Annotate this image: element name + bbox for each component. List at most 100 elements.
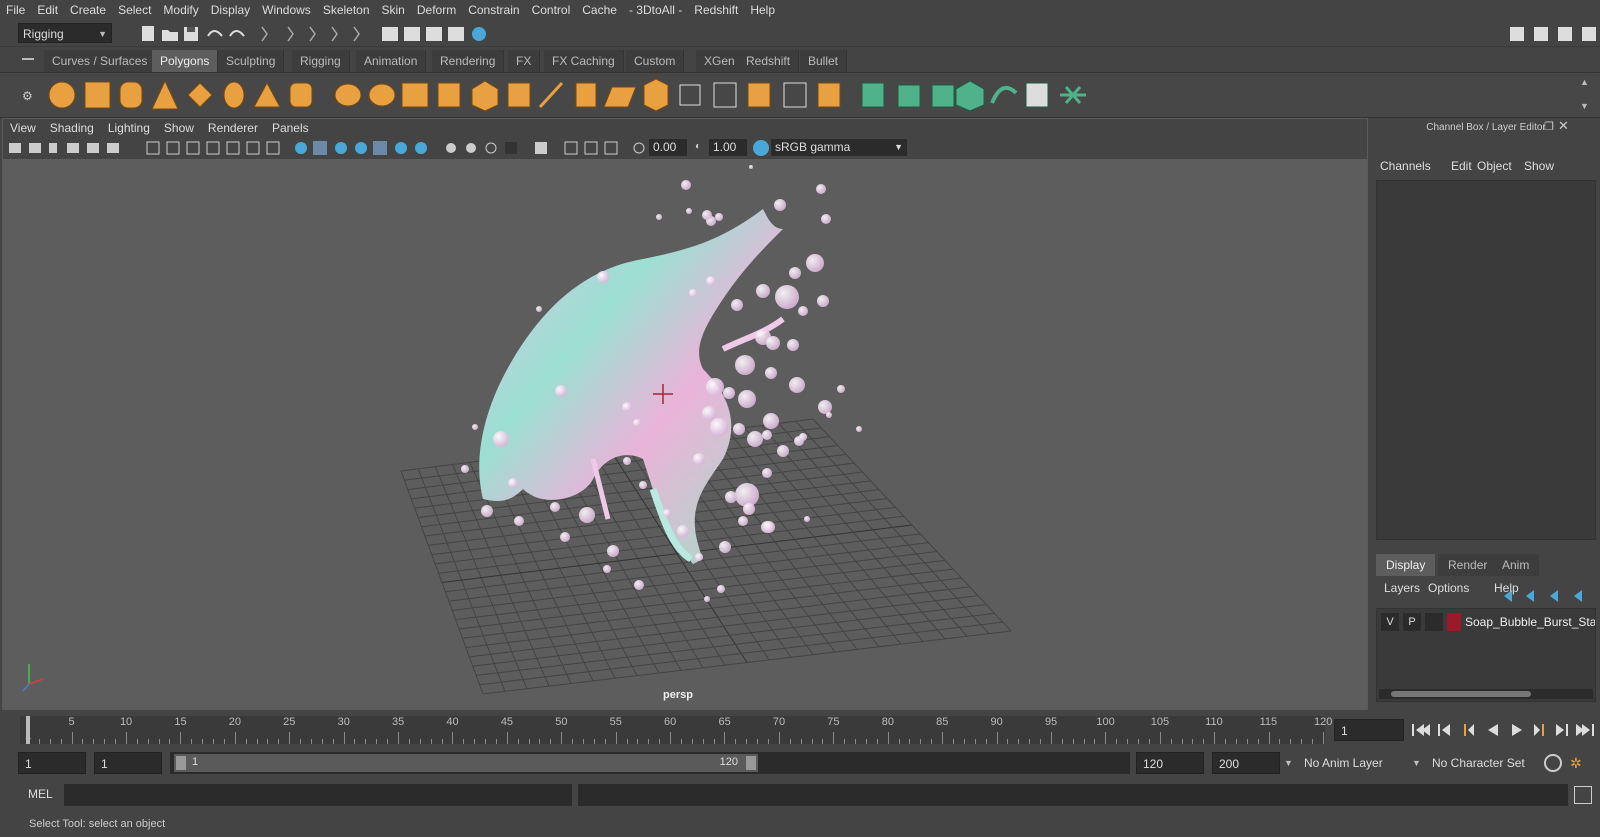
range-start-handle[interactable] [176, 756, 186, 770]
edge-loop-icon[interactable] [643, 78, 669, 112]
camera-icon[interactable] [9, 143, 21, 153]
layer-tab-render[interactable]: Render [1438, 554, 1498, 576]
uv-layout-icon[interactable] [1025, 82, 1049, 108]
xray-icon[interactable] [415, 142, 427, 154]
render-view-icon[interactable] [382, 27, 398, 41]
workspace-layout-icons[interactable] [1504, 23, 1600, 45]
layer-menu-options[interactable]: Options [1428, 578, 1469, 598]
bookmark-icon[interactable] [49, 143, 57, 153]
playback-start-field[interactable]: 1 [94, 752, 162, 774]
range-end-handle[interactable] [746, 756, 756, 770]
layer-visibility-toggle[interactable]: V [1381, 613, 1399, 631]
isolate-select-icon[interactable] [535, 142, 547, 154]
step-forward-key-icon[interactable] [1534, 724, 1544, 736]
two-d-pan-icon[interactable] [87, 143, 99, 153]
menu-create[interactable]: Create [64, 0, 112, 20]
chevron-down-icon[interactable]: ▼ [1412, 752, 1424, 774]
center-pivot-icon[interactable] [713, 82, 737, 108]
shelf-menu-icon[interactable] [22, 58, 34, 60]
menu-deform[interactable]: Deform [411, 0, 462, 20]
layer-menu-layers[interactable]: Layers [1384, 578, 1420, 598]
shelf-tab-curves-surfaces[interactable]: Curves / Surfaces [44, 50, 157, 72]
render-settings-icon[interactable] [448, 27, 464, 41]
shelf-scroll-down-icon[interactable]: ▼ [1580, 101, 1589, 111]
layer-tab-display[interactable]: Display [1376, 554, 1436, 576]
bevel-icon[interactable] [507, 82, 531, 108]
script-editor-icon[interactable] [1574, 786, 1592, 804]
step-forward-icon[interactable] [1556, 724, 1568, 736]
safe-action-icon[interactable] [246, 141, 260, 155]
ipr-render-icon[interactable] [426, 27, 442, 41]
shelf-tab-fx[interactable]: FX [508, 50, 541, 72]
menu-file[interactable]: File [0, 0, 31, 20]
anim-layer-dropdown[interactable]: No Anim Layer [1300, 752, 1414, 774]
play-forwards-icon[interactable] [1512, 724, 1522, 736]
script-language-label[interactable]: MEL [28, 784, 58, 804]
delete-history-icon[interactable] [783, 82, 807, 108]
shelf-tab-rigging[interactable]: Rigging [292, 50, 350, 72]
move-layer-down-icon[interactable] [1526, 590, 1534, 602]
viewport-menu-panels[interactable]: Panels [265, 119, 316, 137]
film-gate-icon[interactable] [166, 141, 180, 155]
hypershade-icon[interactable] [472, 27, 486, 41]
animation-end-field[interactable]: 200 [1212, 752, 1280, 774]
motion-blur-icon[interactable] [466, 143, 476, 153]
layer-color-swatch[interactable] [1447, 613, 1461, 631]
chevron-down-icon[interactable]: ▼ [1284, 752, 1296, 774]
menu-help[interactable]: Help [744, 0, 781, 20]
gamma-field[interactable]: 1.00 [709, 139, 747, 156]
extrude-icon[interactable] [471, 80, 499, 112]
uv-sew-icon[interactable] [990, 85, 1018, 104]
poly-torus-icon[interactable] [223, 81, 245, 109]
resolution-gate-icon[interactable] [186, 141, 200, 155]
grid-icon[interactable] [146, 141, 160, 155]
uv-cylindrical-icon[interactable] [897, 84, 921, 108]
viewport-menu-show[interactable]: Show [157, 119, 201, 137]
camera-attributes-icon[interactable] [29, 143, 41, 153]
colorspace-dropdown[interactable]: sRGB gamma ▼ [771, 139, 907, 156]
exposure-field[interactable]: 0.00 [649, 139, 687, 156]
step-back-icon[interactable] [1438, 724, 1450, 736]
xray-components-icon[interactable] [584, 141, 598, 155]
command-input[interactable] [64, 784, 572, 806]
poly-cube-icon[interactable] [84, 81, 111, 109]
safe-title-icon[interactable] [266, 141, 280, 155]
shelf-tab-bullet[interactable]: Bullet [800, 50, 848, 72]
go-to-end-icon[interactable] [1576, 724, 1594, 736]
poly-pipe-icon[interactable] [289, 82, 313, 108]
range-bar-track[interactable]: 1 120 [170, 752, 1130, 774]
uv-planar-icon[interactable] [861, 82, 885, 108]
channel-box-menu-show[interactable]: Show [1524, 156, 1554, 176]
menu-redshift[interactable]: Redshift [688, 0, 744, 20]
open-scene-icon[interactable] [162, 30, 178, 41]
smooth-icon[interactable] [437, 82, 461, 108]
layer-display-type-toggle[interactable] [1425, 613, 1443, 631]
shelf-settings-icon[interactable]: ⚙ [22, 89, 34, 103]
channel-box-menu-object[interactable]: Object [1477, 156, 1512, 176]
uv-editor-icon[interactable] [817, 82, 841, 108]
menu-display[interactable]: Display [205, 0, 256, 20]
time-ruler[interactable]: 1510152025303540455055606570758085909510… [20, 716, 1332, 744]
separate-icon[interactable] [368, 83, 396, 107]
wireframe-on-shaded-icon[interactable] [335, 142, 347, 154]
new-layer-selected-icon[interactable] [1574, 590, 1582, 602]
animation-start-field[interactable]: 1 [18, 752, 86, 774]
range-bar[interactable]: 1 120 [174, 754, 758, 772]
save-scene-icon[interactable] [184, 27, 198, 41]
poly-pyramid-icon[interactable] [253, 81, 281, 108]
gate-mask-icon[interactable] [206, 141, 220, 155]
go-to-start-icon[interactable] [1412, 724, 1430, 736]
shelf-tab-animation[interactable]: Animation [356, 50, 427, 72]
shelf-tab-polygons[interactable]: Polygons [152, 50, 219, 72]
shelf-tab-xgen[interactable]: XGen [696, 50, 744, 72]
layer-scrollbar[interactable] [1379, 689, 1593, 699]
gamma-icon[interactable]: ◐ [695, 141, 705, 153]
auto-key-icon[interactable] [1544, 754, 1562, 772]
shelf-tab-rendering[interactable]: Rendering [432, 50, 505, 72]
select-mode-icons[interactable] [261, 26, 360, 42]
uv-spherical-icon[interactable] [931, 84, 955, 108]
channel-box-area[interactable] [1376, 180, 1596, 540]
poly-cylinder-icon[interactable] [119, 81, 143, 109]
xray-joints-icon[interactable] [564, 141, 578, 155]
use-all-lights-icon[interactable] [373, 141, 387, 155]
